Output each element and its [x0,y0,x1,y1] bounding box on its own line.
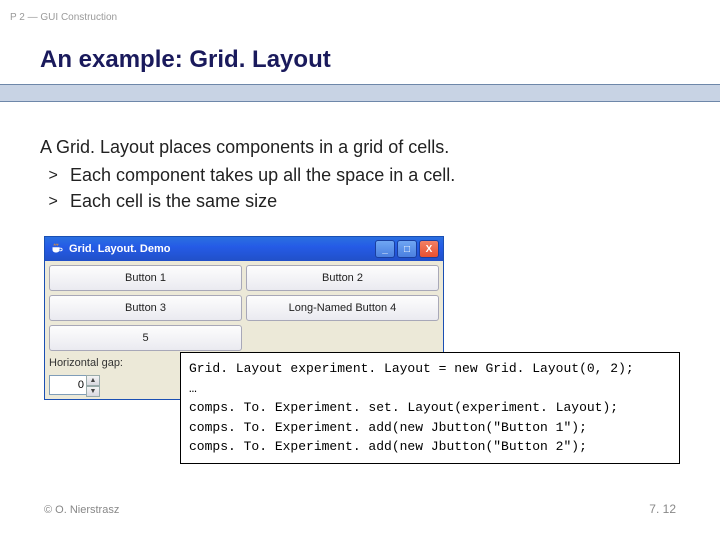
bullet-item: > Each cell is the same size [40,188,680,214]
grid-button-3[interactable]: Button 3 [49,295,242,321]
close-button[interactable]: X [419,240,439,258]
grid-buttons: Button 1 Button 2 Button 3 Long-Named Bu… [49,265,439,351]
body-text: A Grid. Layout places components in a gr… [40,134,680,214]
window-title: Grid. Layout. Demo [69,243,375,255]
hgap-spinner[interactable]: 0 ▲▼ [49,375,87,395]
maximize-button[interactable]: □ [397,240,417,258]
footer-copyright: © O. Nierstrasz [44,504,119,516]
divider-bar [0,84,720,102]
minimize-button[interactable]: _ [375,240,395,258]
bullet-marker: > [40,188,58,214]
chevron-up-icon[interactable]: ▲ [86,375,100,386]
footer-page-number: 7. 12 [649,502,676,516]
code-line: comps. To. Experiment. add(new Jbutton("… [189,439,587,454]
bullet-marker: > [40,162,58,188]
spinner-arrows[interactable]: ▲▼ [86,375,100,397]
grid-button-5[interactable]: 5 [49,325,242,351]
bullet-text: Each cell is the same size [70,188,277,214]
chevron-down-icon[interactable]: ▼ [86,386,100,397]
slide: P 2 — GUI Construction An example: Grid.… [0,0,720,540]
hgap-label: Horizontal gap: [49,357,123,369]
grid-button-1[interactable]: Button 1 [49,265,242,291]
code-block: Grid. Layout experiment. Layout = new Gr… [180,352,680,464]
window-buttons: _ □ X [375,240,439,258]
hgap-value: 0 [78,379,84,391]
code-line: comps. To. Experiment. add(new Jbutton("… [189,420,587,435]
bullet-item: > Each component takes up all the space … [40,162,680,188]
grid-empty-cell [246,325,439,351]
grid-button-4[interactable]: Long-Named Button 4 [246,295,439,321]
titlebar[interactable]: Grid. Layout. Demo _ □ X [45,237,443,261]
java-icon [49,242,63,256]
code-line: comps. To. Experiment. set. Layout(exper… [189,400,618,415]
lead-sentence: A Grid. Layout places components in a gr… [40,134,680,160]
breadcrumb: P 2 — GUI Construction [10,12,117,23]
code-line: Grid. Layout experiment. Layout = new Gr… [189,361,634,376]
page-title: An example: Grid. Layout [40,46,331,74]
code-line: … [189,381,197,396]
bullet-text: Each component takes up all the space in… [70,162,455,188]
grid-button-2[interactable]: Button 2 [246,265,439,291]
